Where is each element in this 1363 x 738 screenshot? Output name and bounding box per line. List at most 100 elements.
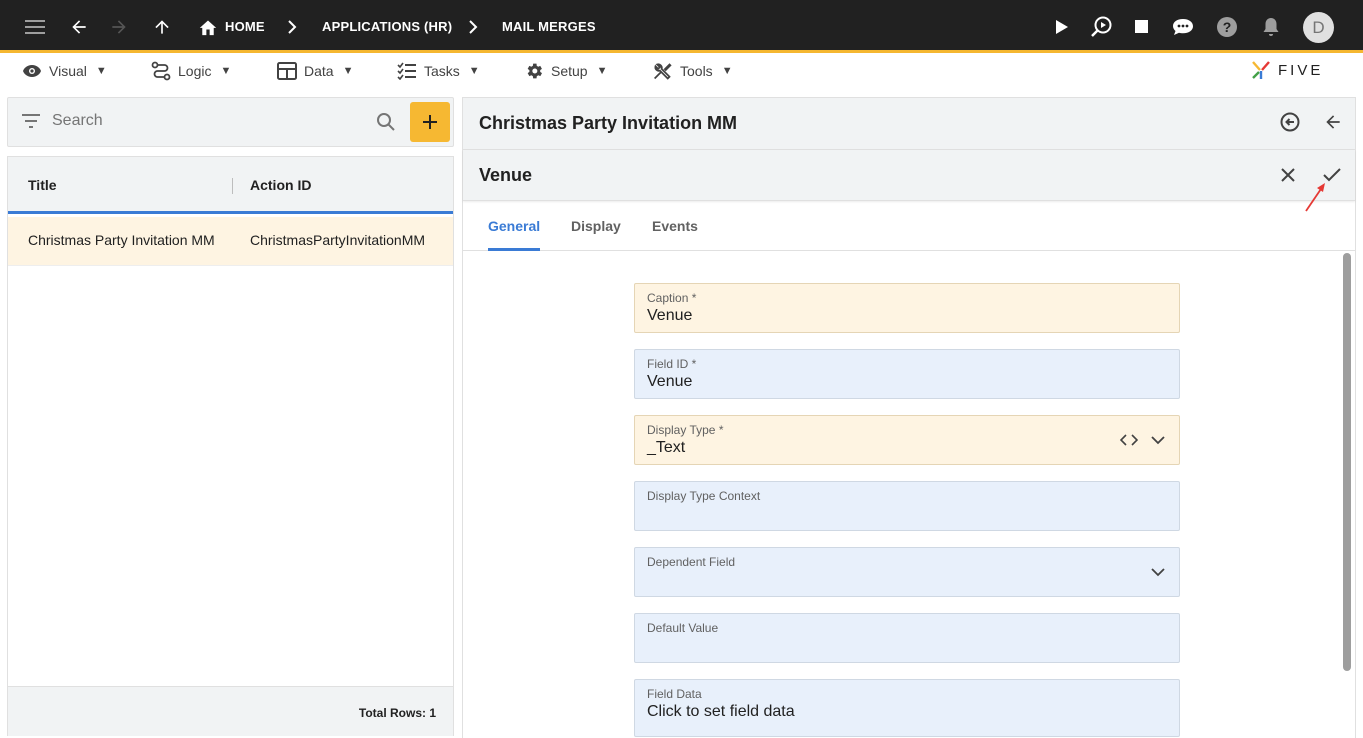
list-search-bar [7, 97, 454, 147]
active-tab-indicator [488, 248, 540, 251]
record-title: Christmas Party Invitation MM [479, 113, 738, 133]
menu-tasks-label: Tasks [424, 63, 460, 79]
tab-events[interactable]: Events [652, 218, 698, 234]
caret-down-icon: ▼ [220, 65, 232, 77]
default-value-field[interactable]: Default Value [634, 613, 1180, 663]
back-arrow-icon[interactable] [66, 0, 92, 53]
row-title-cell: Christmas Party Invitation MM [28, 232, 215, 248]
caret-down-icon: ▼ [468, 65, 480, 77]
menu-data[interactable]: Data ▼ [277, 53, 353, 89]
field-data-label: Field Data [647, 687, 702, 701]
field-editor-tabs: General Display Events [463, 201, 1355, 251]
dependent-field-select[interactable]: Dependent Field [634, 547, 1180, 597]
column-header-action-id[interactable]: Action ID [250, 177, 311, 193]
run-search-icon[interactable] [1088, 0, 1114, 53]
tab-general[interactable]: General [488, 218, 540, 234]
logic-icon [151, 61, 171, 81]
menu-tools-label: Tools [680, 63, 713, 79]
menu-setup[interactable]: Setup ▼ [524, 53, 607, 89]
svg-text:?: ? [1223, 19, 1232, 35]
chat-icon[interactable] [1170, 0, 1196, 53]
breadcrumb-mail-merges-label: MAIL MERGES [502, 19, 596, 34]
default-value-label: Default Value [647, 621, 719, 635]
dependent-field-label: Dependent Field [647, 555, 736, 569]
display-type-label: Display Type * [647, 423, 724, 437]
field-editor-title: Venue [479, 165, 533, 185]
tools-icon [654, 62, 672, 80]
play-icon[interactable] [1050, 0, 1074, 53]
tasks-icon [397, 62, 416, 80]
display-type-context-field[interactable]: Display Type Context [634, 481, 1180, 531]
tab-display[interactable]: Display [571, 218, 621, 234]
chevron-down-icon[interactable] [1148, 562, 1168, 582]
field-editor: Venue General Display Events Caption * V… [463, 149, 1355, 738]
stop-icon[interactable] [1130, 0, 1152, 53]
menu-setup-label: Setup [551, 63, 588, 79]
breadcrumb-applications-label: APPLICATIONS (HR) [322, 19, 453, 34]
plus-icon [423, 115, 437, 129]
back-arrow-icon[interactable] [1321, 110, 1345, 134]
add-record-button[interactable] [410, 102, 450, 142]
display-type-context-label: Display Type Context [647, 489, 761, 503]
forward-arrow-icon[interactable] [106, 0, 132, 53]
bell-icon[interactable] [1260, 0, 1282, 53]
top-app-bar: HOME APPLICATIONS (HR) MAIL MERGES ? D [0, 0, 1363, 53]
history-icon[interactable] [1278, 110, 1302, 134]
menu-tasks[interactable]: Tasks ▼ [397, 53, 480, 89]
filter-icon[interactable] [22, 114, 40, 128]
table-row[interactable]: Christmas Party Invitation MM ChristmasP… [8, 217, 453, 266]
field-id-field[interactable]: Field ID * Venue [634, 349, 1180, 399]
search-icon[interactable] [376, 112, 396, 132]
five-logo-icon [1252, 61, 1270, 79]
records-list: Title Action ID Christmas Party Invitati… [7, 156, 454, 736]
menu-tools[interactable]: Tools ▼ [652, 53, 733, 89]
hamburger-menu-icon[interactable] [20, 0, 50, 53]
chevron-down-icon[interactable] [1148, 430, 1168, 450]
caret-down-icon: ▼ [596, 65, 608, 77]
breadcrumb-mail-merges[interactable]: MAIL MERGES [502, 0, 596, 53]
menu-logic-label: Logic [178, 63, 212, 79]
column-divider [232, 178, 233, 194]
display-type-value: _Text [647, 439, 686, 456]
caret-down-icon: ▼ [721, 65, 733, 77]
help-icon[interactable]: ? [1215, 0, 1239, 53]
list-footer: Total Rows: 1 [8, 686, 453, 736]
row-action-id-cell: ChristmasPartyInvitationMM [250, 232, 426, 248]
caret-down-icon: ▼ [95, 65, 107, 77]
list-header-row: Title Action ID [8, 157, 453, 214]
field-data-field[interactable]: Field Data Click to set field data [634, 679, 1180, 737]
field-id-value: Venue [647, 373, 693, 390]
menu-visual[interactable]: Visual ▼ [22, 53, 107, 89]
field-editor-header: Venue [463, 150, 1355, 212]
main-menu-bar: Visual ▼ Logic ▼ Data ▼ Tasks ▼ Setup ▼ … [0, 53, 1363, 91]
field-id-label: Field ID * [647, 357, 697, 371]
column-header-title[interactable]: Title [28, 177, 57, 193]
record-panel: Christmas Party Invitation MM Venue Gene… [462, 97, 1356, 738]
five-logo-text: FIVE [1278, 61, 1324, 79]
chevron-right-icon [284, 0, 300, 53]
menu-visual-label: Visual [49, 63, 87, 79]
caption-field-label: Caption * [647, 291, 697, 305]
user-avatar[interactable]: D [1303, 12, 1334, 43]
breadcrumb-home[interactable]: HOME [198, 0, 265, 53]
code-icon[interactable] [1119, 430, 1139, 450]
form-scrollbar[interactable] [1343, 253, 1351, 671]
field-data-value: Click to set field data [647, 703, 795, 720]
home-icon [199, 19, 217, 35]
five-logo: FIVE [1250, 57, 1323, 83]
caret-down-icon: ▼ [342, 65, 354, 77]
caption-field-value: Venue [647, 307, 693, 324]
close-icon[interactable] [1276, 163, 1300, 187]
breadcrumb-home-label: HOME [225, 19, 265, 34]
chevron-right-icon [465, 0, 481, 53]
menu-logic[interactable]: Logic ▼ [151, 53, 231, 89]
up-arrow-icon[interactable] [149, 0, 175, 53]
display-type-select[interactable]: Display Type * _Text [634, 415, 1180, 465]
caption-field[interactable]: Caption * Venue [634, 283, 1180, 333]
menu-data-label: Data [304, 63, 334, 79]
breadcrumb-applications[interactable]: APPLICATIONS (HR) [322, 0, 452, 53]
table-icon [277, 62, 297, 80]
search-input[interactable] [52, 112, 352, 130]
gear-icon [527, 63, 542, 79]
total-rows-count: Total Rows: 1 [358, 706, 436, 720]
